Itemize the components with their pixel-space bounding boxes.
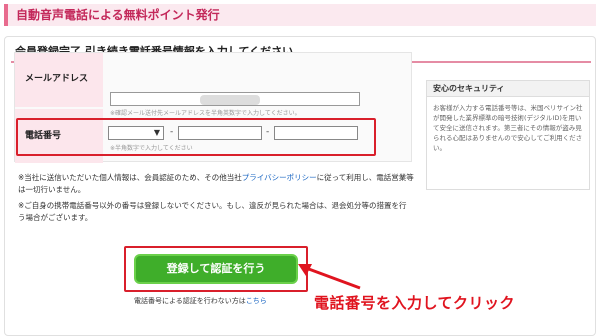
skip-verification-text: 電話番号による認証を行わない方はこちら <box>134 296 267 306</box>
chevron-down-icon: ▼ <box>153 128 160 137</box>
phone-dash-2: - <box>266 127 270 137</box>
instruction-annotation: 電話番号を入力してクリック <box>314 294 516 312</box>
page-title: 自動音声電話による無料ポイント発行 <box>4 4 596 26</box>
phone-middle-field[interactable] <box>178 126 262 140</box>
phone-dash-1: - <box>170 127 174 137</box>
security-box: 安心のセキュリティ お客様が入力する電話番号等は、米国ベリサイン社が開発した業界… <box>426 80 590 190</box>
note1-text: ※当社に送信いただいた個人情報は、会員認証のため、その他当社 <box>18 173 242 182</box>
page: 自動音声電話による無料ポイント発行 会員登録完了 引き続き電話番号情報を入力して… <box>0 0 600 336</box>
phone-hint: ※半角数字で入力してください <box>110 145 193 152</box>
security-title: 安心のセキュリティ <box>427 81 589 97</box>
note-privacy: ※当社に送信いただいた個人情報は、会員認証のため、その他当社プライバシーポリシー… <box>18 172 414 196</box>
phone-last-field[interactable] <box>274 126 358 140</box>
email-value-redacted <box>200 95 260 105</box>
privacy-policy-link[interactable]: プライバシーポリシー <box>242 173 317 182</box>
email-hint: ※確認メール送付先メールアドレスを半角英数字で入力してください。 <box>110 110 301 117</box>
skip-verification-link[interactable]: こちら <box>246 297 267 305</box>
phone-prefix-select[interactable]: ▼ <box>108 126 164 140</box>
note-warning: ※ご自身の携帯電話番号以外の番号は登録しないでください。もし、違反が見られた場合… <box>18 201 407 222</box>
skip-text: 電話番号による認証を行わない方は <box>134 297 246 305</box>
pointer-arrow-icon <box>298 264 361 290</box>
notes: ※当社に送信いただいた個人情報は、会員認証のため、その他当社プライバシーポリシー… <box>18 172 414 228</box>
email-label: メールアドレス <box>15 53 103 107</box>
security-text: お客様が入力する電話番号等は、米国ベリサイン社が開発した業界標準の暗号技術(デジ… <box>433 104 583 152</box>
register-verify-button[interactable]: 登録して認証を行う <box>134 254 298 284</box>
